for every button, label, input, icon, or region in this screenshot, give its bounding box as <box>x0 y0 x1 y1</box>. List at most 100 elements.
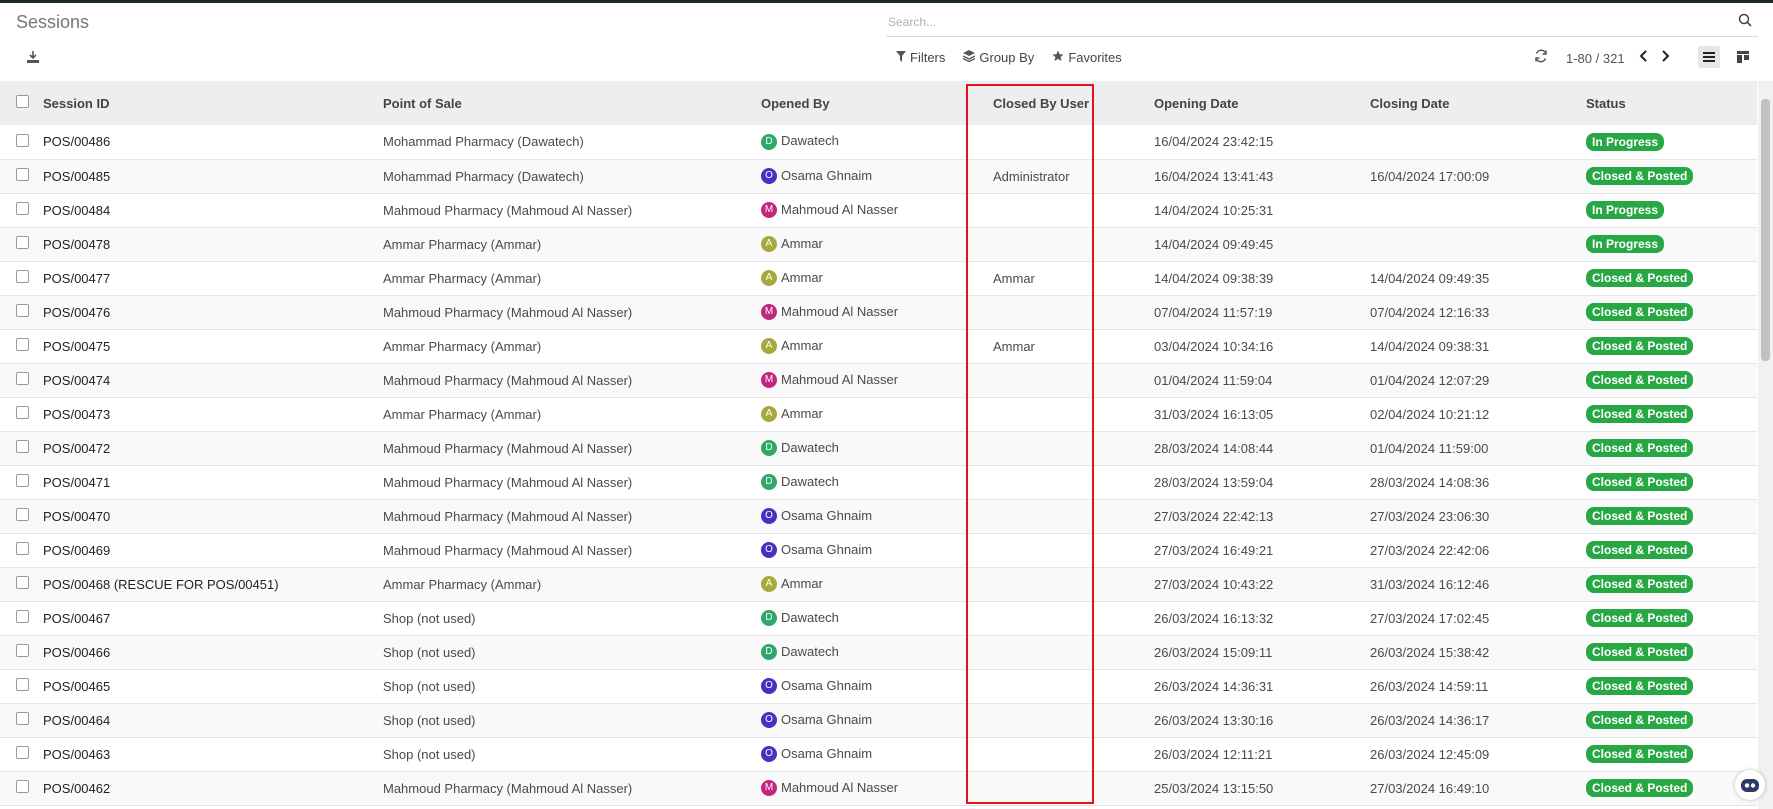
assistant-bot-icon[interactable] <box>1735 770 1765 800</box>
row-checkbox[interactable] <box>16 746 29 759</box>
table-row[interactable]: POS/00484 Mahmoud Pharmacy (Mahmoud Al Na… <box>0 193 1757 227</box>
row-checkbox[interactable] <box>16 133 29 147</box>
row-select-cell <box>0 295 43 329</box>
point-of-sale-cell: Shop (not used) <box>383 644 476 660</box>
table-row[interactable]: POS/00466 Shop (not used) D Dawatech 26/03/2… <box>0 635 1757 669</box>
row-checkbox[interactable] <box>16 780 29 793</box>
table-row[interactable]: POS/00462 Mahmoud Pharmacy (Mahmoud Al Na… <box>0 771 1757 805</box>
row-checkbox[interactable] <box>16 440 29 453</box>
row-checkbox[interactable] <box>16 678 29 691</box>
status-badge: Closed & Posted <box>1586 745 1694 763</box>
favorites-button[interactable]: Favorites <box>1052 50 1122 65</box>
status-badge: Closed & Posted <box>1586 609 1694 627</box>
search-bar <box>886 10 1758 37</box>
table-row[interactable]: POS/00468 (RESCUE FOR POS/00451) Ammar Ph… <box>0 567 1757 601</box>
row-checkbox[interactable] <box>16 338 29 351</box>
point-of-sale-cell: Mahmoud Pharmacy (Mahmoud Al Nasser) <box>383 202 633 218</box>
opening-date-cell: 14/04/2024 09:38:39 <box>1154 270 1274 286</box>
header-point-of-sale[interactable]: Point of Sale <box>383 81 761 125</box>
table-row[interactable]: POS/00473 Ammar Pharmacy (Ammar) A Ammar 31/… <box>0 397 1757 431</box>
row-checkbox[interactable] <box>16 644 29 657</box>
sessions-table: Session ID Point of Sale Opened By Close… <box>0 81 1757 806</box>
download-icon[interactable] <box>26 50 40 64</box>
avatar: O <box>761 168 777 185</box>
search-icon[interactable] <box>1738 13 1754 29</box>
closed-by-user-cell <box>980 737 1154 771</box>
table-row[interactable]: POS/00467 Shop (not used) D Dawatech 26/03/2… <box>0 601 1757 635</box>
kanban-view-icon[interactable] <box>1732 46 1754 68</box>
avatar: D <box>761 134 777 151</box>
table-header-row: Session ID Point of Sale Opened By Close… <box>0 81 1757 125</box>
header-status[interactable]: Status <box>1586 81 1757 125</box>
header-opened-by[interactable]: Opened By <box>761 81 980 125</box>
search-options: Filters Group By Favorites <box>896 50 1122 65</box>
opened-by-name: Ammar <box>781 269 823 285</box>
opened-by-name: Mahmoud Al Nasser <box>781 201 899 217</box>
table-row[interactable]: POS/00465 Shop (not used) O Osama Ghnaim 26/… <box>0 669 1757 703</box>
row-checkbox[interactable] <box>16 508 29 521</box>
closing-date-cell: 26/03/2024 12:45:09 <box>1370 746 1490 762</box>
opening-date-cell: 26/03/2024 13:30:16 <box>1154 712 1274 728</box>
table-row[interactable]: POS/00485 Mohammad Pharmacy (Dawatech) O Os… <box>0 159 1757 193</box>
status-badge: Closed & Posted <box>1586 473 1694 491</box>
opening-date-cell: 31/03/2024 16:13:05 <box>1154 406 1274 422</box>
scrollbar-thumb[interactable] <box>1761 99 1770 361</box>
table-row[interactable]: POS/00463 Shop (not used) O Osama Ghnaim 26/… <box>0 737 1757 771</box>
opened-by-cell: D Dawatech <box>761 465 980 499</box>
opened-by-cell: O Osama Ghnaim <box>761 499 980 533</box>
group-by-button[interactable]: Group By <box>963 50 1034 65</box>
row-checkbox[interactable] <box>16 202 29 215</box>
opened-by-cell: D Dawatech <box>761 431 980 465</box>
table-row[interactable]: POS/00476 Mahmoud Pharmacy (Mahmoud Al Na… <box>0 295 1757 329</box>
status-badge: In Progress <box>1586 201 1665 219</box>
opened-by-name: Mahmoud Al Nasser <box>781 303 899 319</box>
chevron-left-icon[interactable] <box>1637 48 1651 64</box>
table-row[interactable]: POS/00469 Mahmoud Pharmacy (Mahmoud Al Na… <box>0 533 1757 567</box>
pager-value[interactable]: 1-80 / 321 <box>1566 51 1625 66</box>
row-checkbox[interactable] <box>16 542 29 555</box>
filters-button[interactable]: Filters <box>896 50 945 65</box>
header-session-id[interactable]: Session ID <box>43 81 383 125</box>
row-select-cell <box>0 227 43 261</box>
opening-date-cell: 26/03/2024 14:36:31 <box>1154 678 1274 694</box>
header-closing-date[interactable]: Closing Date <box>1370 81 1586 125</box>
header-closed-by-user[interactable]: Closed By User <box>980 81 1154 125</box>
session-id-cell: POS/00486 <box>43 134 111 150</box>
list-view-icon[interactable] <box>1698 46 1720 68</box>
layers-icon <box>963 50 976 65</box>
row-checkbox[interactable] <box>16 304 29 317</box>
table-row[interactable]: POS/00477 Ammar Pharmacy (Ammar) A Ammar Amm… <box>0 261 1757 295</box>
session-id-cell: POS/00476 <box>43 304 111 320</box>
row-checkbox[interactable] <box>16 236 29 249</box>
opening-date-cell: 01/04/2024 11:59:04 <box>1154 372 1273 388</box>
status-badge: Closed & Posted <box>1586 405 1694 423</box>
table-row[interactable]: POS/00464 Shop (not used) O Osama Ghnaim 26/… <box>0 703 1757 737</box>
row-checkbox[interactable] <box>16 270 29 283</box>
chevron-right-icon[interactable] <box>1658 48 1672 64</box>
row-checkbox[interactable] <box>16 372 29 385</box>
table-row[interactable]: POS/00471 Mahmoud Pharmacy (Mahmoud Al Na… <box>0 465 1757 499</box>
point-of-sale-cell: Shop (not used) <box>383 678 476 694</box>
refresh-icon[interactable] <box>1534 49 1548 63</box>
row-checkbox[interactable] <box>16 168 29 181</box>
status-cell: Closed & Posted <box>1586 397 1757 431</box>
row-checkbox[interactable] <box>16 474 29 487</box>
table-row[interactable]: POS/00475 Ammar Pharmacy (Ammar) A Ammar Amm… <box>0 329 1757 363</box>
session-id-cell: POS/00485 <box>43 168 111 184</box>
row-checkbox[interactable] <box>16 610 29 623</box>
header-opening-date[interactable]: Opening Date <box>1154 81 1370 125</box>
table-row[interactable]: POS/00472 Mahmoud Pharmacy (Mahmoud Al Na… <box>0 431 1757 465</box>
search-input[interactable] <box>886 10 1710 34</box>
row-checkbox[interactable] <box>16 712 29 725</box>
select-all-checkbox[interactable] <box>16 95 29 108</box>
opening-date-cell: 28/03/2024 14:08:44 <box>1154 440 1274 456</box>
point-of-sale-cell: Ammar Pharmacy (Ammar) <box>383 576 542 592</box>
table-row[interactable]: POS/00486 Mohammad Pharmacy (Dawatech) D Da… <box>0 125 1757 159</box>
row-checkbox[interactable] <box>16 406 29 419</box>
table-row[interactable]: POS/00470 Mahmoud Pharmacy (Mahmoud Al Na… <box>0 499 1757 533</box>
row-select-cell <box>0 669 43 703</box>
table-row[interactable]: POS/00474 Mahmoud Pharmacy (Mahmoud Al Na… <box>0 363 1757 397</box>
row-checkbox[interactable] <box>16 576 29 589</box>
table-row[interactable]: POS/00478 Ammar Pharmacy (Ammar) A Ammar 14/… <box>0 227 1757 261</box>
scrollbar[interactable] <box>1758 81 1773 809</box>
